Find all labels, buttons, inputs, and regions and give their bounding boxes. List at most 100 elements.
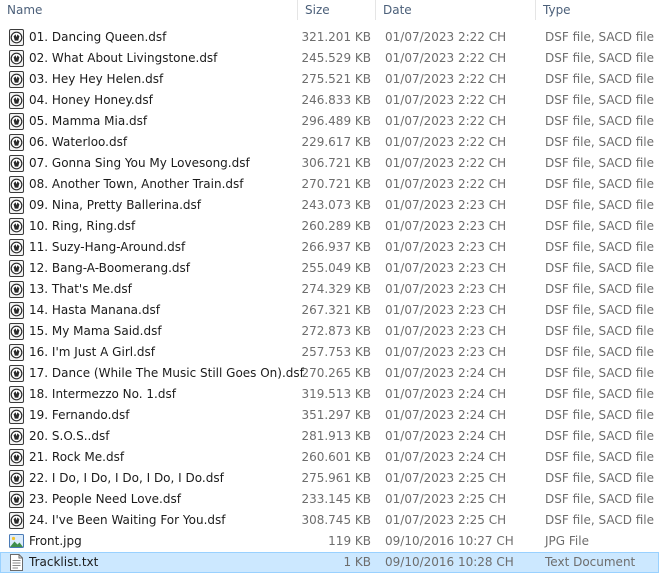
file-row[interactable]: 17. Dance (While The Music Still Goes On… <box>0 363 659 384</box>
column-header-name[interactable]: Name <box>0 0 298 20</box>
file-type: DSF file, SACD file <box>545 51 655 65</box>
file-row[interactable]: 24. I've Been Waiting For You.dsf 308.745… <box>0 510 659 531</box>
file-size: 272.873 KB <box>301 324 371 338</box>
dsf-file-icon <box>9 50 24 67</box>
dsf-file-icon <box>9 218 24 235</box>
file-date: 01/07/2023 2:22 CH <box>385 51 507 65</box>
file-date: 01/07/2023 2:23 CH <box>385 219 507 233</box>
file-date: 01/07/2023 2:22 CH <box>385 114 507 128</box>
file-type: DSF file, SACD file <box>545 387 655 401</box>
file-date: 01/07/2023 2:24 CH <box>385 387 507 401</box>
dsf-file-icon <box>9 407 24 424</box>
file-type: Text Document <box>545 555 636 569</box>
file-name: 22. I Do, I Do, I Do, I Do, I Do.dsf <box>29 471 224 485</box>
file-date: 01/07/2023 2:23 CH <box>385 303 507 317</box>
file-type: DSF file, SACD file <box>545 429 655 443</box>
file-row[interactable]: 05. Mamma Mia.dsf 296.489 KB 01/07/2023 2:… <box>0 111 659 132</box>
file-type: DSF file, SACD file <box>545 156 655 170</box>
file-date: 01/07/2023 2:24 CH <box>385 366 507 380</box>
file-row[interactable]: 11. Suzy-Hang-Around.dsf 266.937 KB 01/07/… <box>0 237 659 258</box>
file-name: 04. Honey Honey.dsf <box>29 93 153 107</box>
file-type: JPG File <box>545 534 589 548</box>
file-row[interactable]: 09. Nina, Pretty Ballerina.dsf 243.073 KB… <box>0 195 659 216</box>
file-size: 257.753 KB <box>301 345 371 359</box>
file-row[interactable]: 22. I Do, I Do, I Do, I Do, I Do.dsf 275.… <box>0 468 659 489</box>
file-row[interactable]: 04. Honey Honey.dsf 246.833 KB 01/07/2023 … <box>0 90 659 111</box>
dsf-file-icon <box>9 365 24 382</box>
file-row[interactable]: 23. People Need Love.dsf 233.145 KB 01/07/… <box>0 489 659 510</box>
file-row[interactable]: 19. Fernando.dsf 351.297 KB 01/07/2023 2:2… <box>0 405 659 426</box>
dsf-file-icon <box>9 470 24 487</box>
file-size: 281.913 KB <box>301 429 371 443</box>
dsf-file-icon <box>9 281 24 298</box>
file-row[interactable]: 07. Gonna Sing You My Lovesong.dsf 306.72… <box>0 153 659 174</box>
file-name: 02. What About Livingstone.dsf <box>29 51 218 65</box>
file-size: 233.145 KB <box>301 492 371 506</box>
file-size: 306.721 KB <box>301 156 371 170</box>
file-name: 12. Bang-A-Boomerang.dsf <box>29 261 191 275</box>
dsf-file-icon <box>9 113 24 130</box>
file-name: Tracklist.txt <box>29 555 99 569</box>
file-name: 19. Fernando.dsf <box>29 408 130 422</box>
file-name: 24. I've Been Waiting For You.dsf <box>29 513 226 527</box>
dsf-file-icon <box>9 197 24 214</box>
file-type: DSF file, SACD file <box>545 219 655 233</box>
file-row[interactable]: 03. Hey Hey Helen.dsf 275.521 KB 01/07/202… <box>0 69 659 90</box>
file-row[interactable]: 06. Waterloo.dsf 229.617 KB 01/07/2023 2:2… <box>0 132 659 153</box>
file-name: 11. Suzy-Hang-Around.dsf <box>29 240 186 254</box>
file-size: 319.513 KB <box>301 387 371 401</box>
file-row[interactable]: 15. My Mama Said.dsf 272.873 KB 01/07/2023… <box>0 321 659 342</box>
dsf-file-icon <box>9 428 24 445</box>
file-name: 18. Intermezzo No. 1.dsf <box>29 387 176 401</box>
file-row[interactable]: 01. Dancing Queen.dsf 321.201 KB 01/07/202… <box>0 27 659 48</box>
file-row[interactable]: 16. I'm Just A Girl.dsf 257.753 KB 01/07/2… <box>0 342 659 363</box>
column-header-date[interactable]: Date <box>376 0 536 20</box>
file-row[interactable]: Front.jpg 119 KB 09/10/2016 10:27 CH JPG Fi… <box>0 531 659 552</box>
file-row-selected[interactable]: Tracklist.txt 1 KB 09/10/2016 10:28 CH Text… <box>0 552 659 573</box>
file-size: 229.617 KB <box>301 135 371 149</box>
file-date: 01/07/2023 2:23 CH <box>385 261 507 275</box>
file-date: 01/07/2023 2:23 CH <box>385 345 507 359</box>
column-header: Name Size Date Type <box>0 0 659 20</box>
file-name: 07. Gonna Sing You My Lovesong.dsf <box>29 156 250 170</box>
file-name: 01. Dancing Queen.dsf <box>29 30 167 44</box>
file-row[interactable]: 14. Hasta Manana.dsf 267.321 KB 01/07/2023… <box>0 300 659 321</box>
column-header-type[interactable]: Type <box>536 0 659 20</box>
file-type: DSF file, SACD file <box>545 177 655 191</box>
file-name: 14. Hasta Manana.dsf <box>29 303 160 317</box>
file-size: 243.073 KB <box>301 198 371 212</box>
file-size: 308.745 KB <box>301 513 371 527</box>
file-size: 260.601 KB <box>301 450 371 464</box>
file-row[interactable]: 12. Bang-A-Boomerang.dsf 255.049 KB 01/07/… <box>0 258 659 279</box>
file-row[interactable]: 18. Intermezzo No. 1.dsf 319.513 KB 01/07/… <box>0 384 659 405</box>
file-name: 17. Dance (While The Music Still Goes On… <box>29 366 304 380</box>
dsf-file-icon <box>9 386 24 403</box>
text-file-icon <box>9 554 24 571</box>
file-type: DSF file, SACD file <box>545 114 655 128</box>
file-type: DSF file, SACD file <box>545 72 655 86</box>
file-size: 119 KB <box>328 534 371 548</box>
file-date: 01/07/2023 2:23 CH <box>385 282 507 296</box>
file-size: 255.049 KB <box>301 261 371 275</box>
file-type: DSF file, SACD file <box>545 408 655 422</box>
file-row[interactable]: 10. Ring, Ring.dsf 260.289 KB 01/07/2023 2… <box>0 216 659 237</box>
dsf-file-icon <box>9 344 24 361</box>
file-size: 275.961 KB <box>301 471 371 485</box>
file-type: DSF file, SACD file <box>545 303 655 317</box>
file-row[interactable]: 13. That's Me.dsf 274.329 KB 01/07/2023 2:… <box>0 279 659 300</box>
file-type: DSF file, SACD file <box>545 240 655 254</box>
file-row[interactable]: 02. What About Livingstone.dsf 245.529 KB… <box>0 48 659 69</box>
dsf-file-icon <box>9 155 24 172</box>
image-file-icon <box>9 533 24 550</box>
file-list: 01. Dancing Queen.dsf 321.201 KB 01/07/202… <box>0 27 659 573</box>
file-name: 08. Another Town, Another Train.dsf <box>29 177 244 191</box>
file-size: 296.489 KB <box>301 114 371 128</box>
file-row[interactable]: 08. Another Town, Another Train.dsf 270.7… <box>0 174 659 195</box>
file-size: 260.289 KB <box>301 219 371 233</box>
file-row[interactable]: 20. S.O.S..dsf 281.913 KB 01/07/2023 2:24 … <box>0 426 659 447</box>
file-type: DSF file, SACD file <box>545 30 655 44</box>
file-name: 13. That's Me.dsf <box>29 282 132 296</box>
column-header-size[interactable]: Size <box>298 0 376 20</box>
file-row[interactable]: 21. Rock Me.dsf 260.601 KB 01/07/2023 2:24… <box>0 447 659 468</box>
dsf-file-icon <box>9 134 24 151</box>
